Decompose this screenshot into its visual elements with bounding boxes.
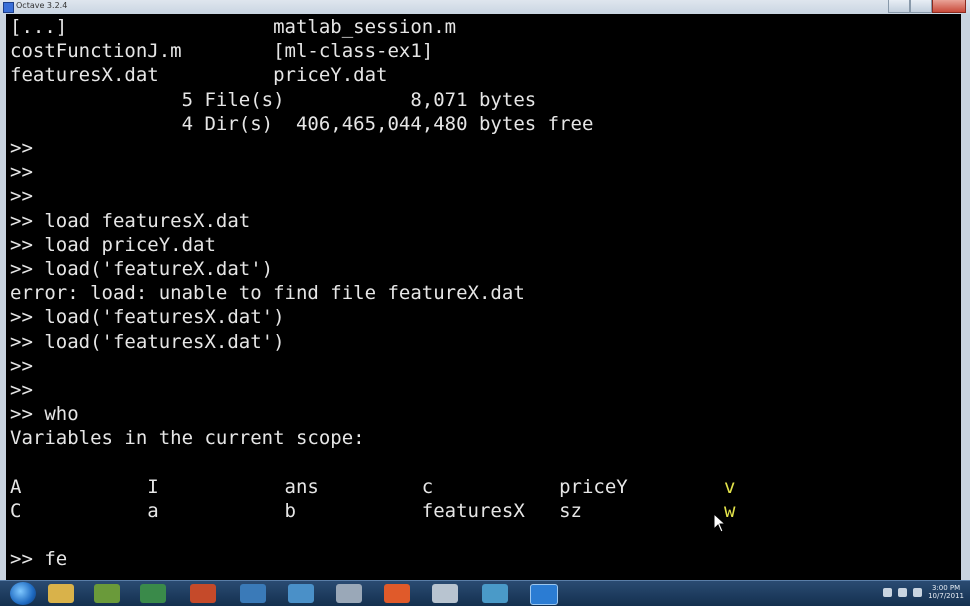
output-line: featuresX.dat priceY.dat: [10, 64, 388, 87]
paint-icon[interactable]: [240, 584, 266, 603]
clock-date: 10/7/2011: [928, 592, 964, 600]
network-tray-icon[interactable]: [913, 587, 923, 597]
output-line: [...] matlab_session.m: [10, 16, 457, 38]
output-line: Variables in the current scope:: [10, 427, 365, 450]
chrome-icon[interactable]: [432, 584, 458, 603]
clock-time: 3:00 PM: [931, 584, 961, 592]
output-line: 4 Dir(s) 406,465,044,480 bytes free: [10, 112, 594, 135]
terminal-console[interactable]: [...] matlab_session.m costFunctionJ.m [m…: [6, 16, 961, 580]
error-line: error: load: unable to find file feature…: [10, 282, 525, 305]
window-title-bar: Octave 3.2.4: [0, 0, 970, 14]
prompt-line: >> load priceY.dat: [10, 233, 216, 256]
explorer-icon[interactable]: [48, 584, 74, 603]
prompt-line: >> load featuresX.dat: [10, 209, 251, 232]
window-border-right: [961, 14, 970, 580]
octave-app-icon: [3, 2, 14, 13]
start-button[interactable]: [10, 582, 36, 605]
prompt-line: >> load('featureX.dat'): [10, 258, 274, 280]
prompt-line: >>: [10, 137, 33, 159]
window-title: Octave 3.2.4: [16, 1, 68, 10]
firefox-icon[interactable]: [384, 584, 410, 603]
prompt-line: >>: [10, 379, 33, 401]
output-line: A I ans c priceY: [10, 475, 628, 498]
editor-icon[interactable]: [482, 584, 508, 603]
prompt-line: >> load('featuresX.dat'): [10, 306, 285, 329]
clock[interactable]: 3:00 PM 10/7/2011: [928, 584, 964, 600]
volume-icon[interactable]: [883, 587, 893, 597]
flag-icon[interactable]: [898, 587, 908, 597]
mouse-cursor-icon: [713, 513, 727, 533]
output-line: costFunctionJ.m [ml-class-ex1]: [10, 40, 434, 63]
windows-taskbar: 3:00 PM 10/7/2011: [0, 580, 970, 606]
prompt-line: >> load('featuresX.dat'): [10, 330, 285, 353]
media-icon[interactable]: [94, 584, 120, 603]
close-button[interactable]: [932, 0, 966, 13]
minimize-button[interactable]: [888, 0, 910, 13]
app-icon[interactable]: [140, 584, 166, 603]
window-controls: [888, 0, 966, 13]
prompt-line: >>: [10, 354, 33, 377]
output-line: 5 File(s) 8,071 bytes: [10, 88, 537, 111]
prompt-line: >> fe: [10, 548, 68, 571]
prompt-line: >>: [10, 161, 33, 184]
maximize-button[interactable]: [910, 0, 932, 13]
powerpoint-icon[interactable]: [190, 584, 216, 603]
system-tray: 3:00 PM 10/7/2011: [883, 584, 964, 600]
prompt-line: >> who: [10, 403, 79, 426]
calculator-icon[interactable]: [336, 584, 362, 603]
octave-taskbar-icon[interactable]: [530, 584, 558, 605]
network-icon[interactable]: [288, 584, 314, 603]
output-line: C a b featuresX sz: [10, 500, 582, 522]
prompt-line: >>: [10, 185, 33, 208]
variable-name: v: [724, 475, 736, 498]
